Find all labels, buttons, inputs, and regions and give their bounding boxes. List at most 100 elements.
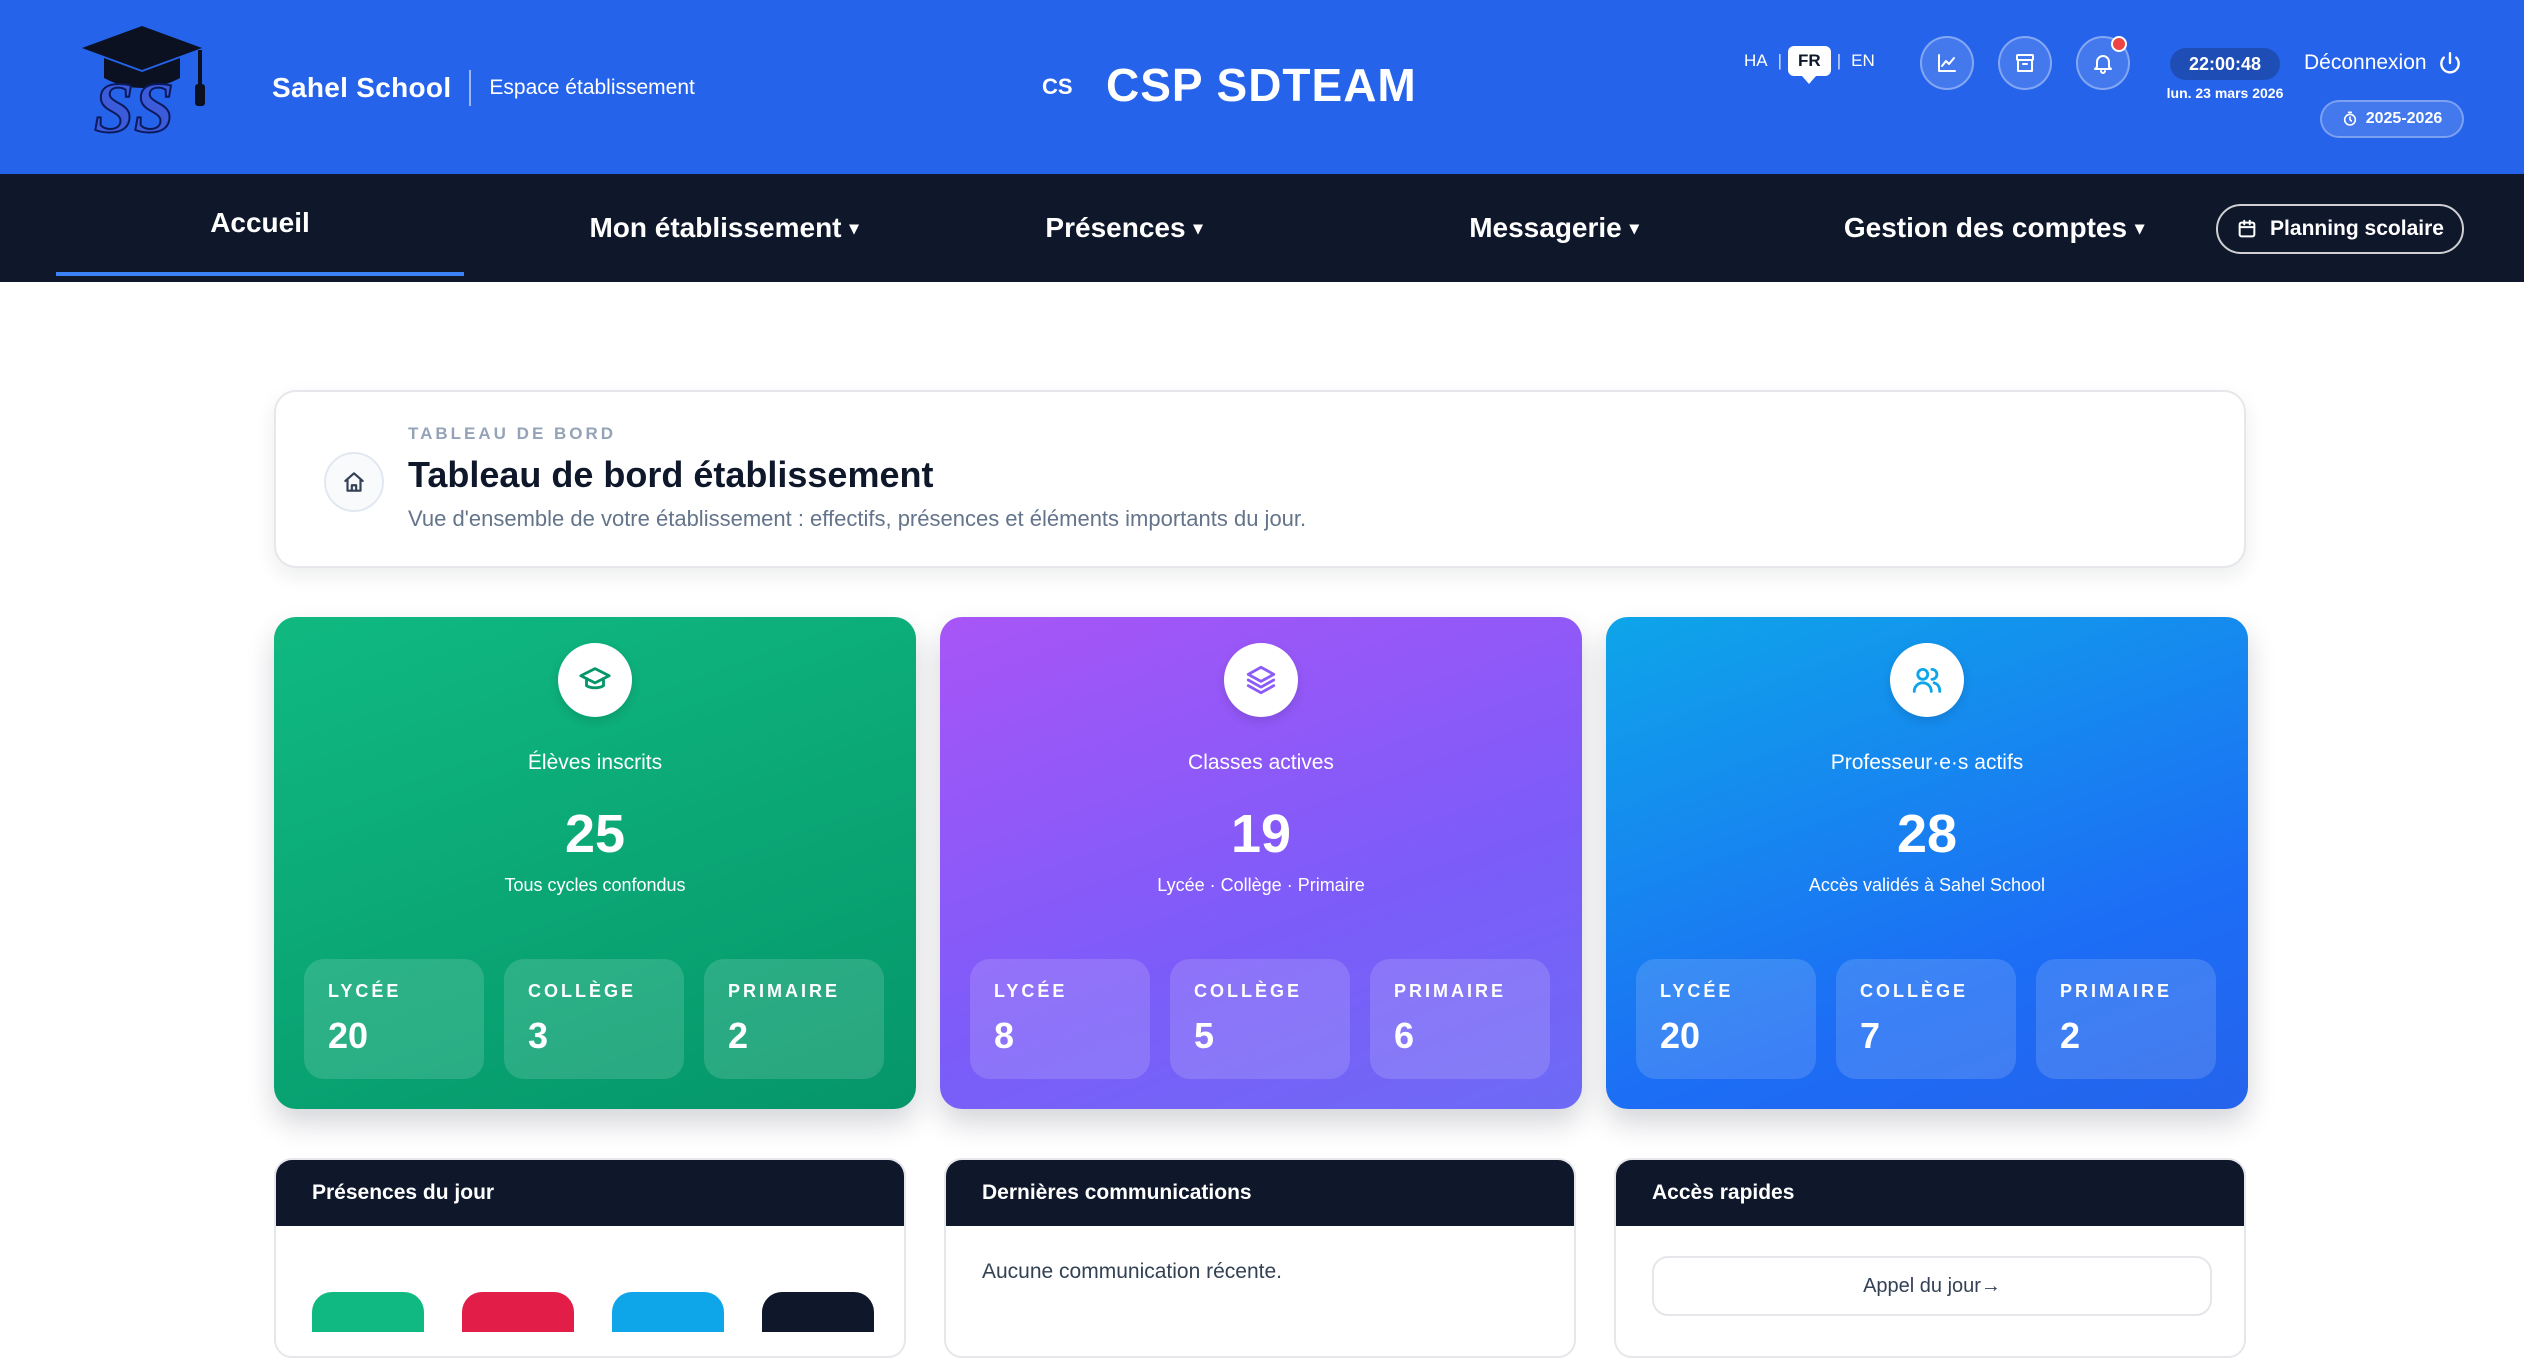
- stat-card-professeurs[interactable]: Professeur·e·s actifs 28 Accès validés à…: [1606, 617, 2248, 1109]
- chart-icon: [1938, 54, 1956, 72]
- school-logo: SS: [82, 26, 205, 140]
- school-code: CS: [1042, 74, 1073, 99]
- stats-button[interactable]: [1920, 36, 1974, 90]
- layers-icon: [1224, 643, 1298, 717]
- breakdown-title: LYCÉE: [328, 981, 402, 1001]
- timer-icon: [2343, 111, 2356, 126]
- svg-text:SS: SS: [94, 68, 174, 140]
- stat-breakdown-college: COLLÈGE 5: [1170, 959, 1350, 1079]
- notification-dot: [2111, 36, 2127, 52]
- dashboard-header-card: TABLEAU DE BORD Tableau de bord établiss…: [274, 390, 2246, 568]
- lang-separator: |: [1777, 51, 1783, 70]
- breakdown-title: COLLÈGE: [1194, 981, 1303, 1001]
- quick-link-appel[interactable]: Appel du jour→: [1652, 1256, 2212, 1316]
- stat-label: Élèves inscrits: [527, 751, 663, 774]
- nav-presences[interactable]: Présences ▾: [920, 174, 1328, 282]
- panel-quick-access: Accès rapides Appel du jour→: [1614, 1158, 2246, 1358]
- stat-card-eleves[interactable]: Élèves inscrits 25 Tous cycles confondus…: [274, 617, 916, 1109]
- breakdown-value: 20: [328, 1015, 369, 1056]
- home-icon: [324, 452, 384, 512]
- brand-subtitle: Espace établissement: [489, 76, 695, 99]
- stat-card-classes[interactable]: Classes actives 19 Lycée · Collège · Pri…: [940, 617, 1582, 1109]
- main-nav: Accueil Mon établissement ▾ Présences ▾ …: [0, 174, 2524, 282]
- logout-button[interactable]: Déconnexion: [2304, 50, 2463, 76]
- lang-en[interactable]: EN: [1847, 49, 1879, 73]
- caret-down-icon: ▾: [1193, 217, 1203, 238]
- planning-button[interactable]: Planning scolaire: [2216, 204, 2464, 254]
- language-switcher: HA | FR | EN: [1740, 46, 1879, 84]
- stat-note: Lycée · Collège · Primaire: [1157, 875, 1365, 895]
- dashboard-kicker: TABLEAU DE BORD: [408, 424, 617, 443]
- archive-icon: [2016, 54, 2034, 72]
- stat-breakdown-college: COLLÈGE 7: [1836, 959, 2016, 1079]
- lang-ha[interactable]: HA: [1740, 49, 1772, 73]
- stat-breakdown-primaire: PRIMAIRE 2: [704, 959, 884, 1079]
- stat-breakdown-lycee: LYCÉE 8: [970, 959, 1150, 1079]
- stat-breakdown-primaire: PRIMAIRE 2: [2036, 959, 2216, 1079]
- panel-title: Présences du jour: [276, 1160, 904, 1226]
- breakdown-value: 7: [1860, 1015, 1881, 1056]
- logout-label: Déconnexion: [2304, 51, 2427, 74]
- presence-pill-late[interactable]: [612, 1292, 724, 1332]
- stat-breakdown-lycee: LYCÉE 20: [1636, 959, 1816, 1079]
- brand-name: Sahel School: [272, 72, 452, 103]
- nav-mon-etablissement[interactable]: Mon établissement ▾: [520, 174, 928, 282]
- caret-down-icon: ▾: [2135, 217, 2145, 238]
- nav-gestion-comptes[interactable]: Gestion des comptes ▾: [1790, 174, 2198, 282]
- panel-presences: Présences du jour: [274, 1158, 906, 1358]
- stat-label: Classes actives: [1188, 751, 1334, 774]
- nav-label: Gestion des comptes: [1843, 212, 2128, 243]
- lang-separator: |: [1836, 51, 1842, 70]
- stat-label: Professeur·e·s actifs: [1830, 751, 2024, 774]
- planning-label: Planning scolaire: [2270, 217, 2444, 240]
- breakdown-value: 2: [728, 1015, 749, 1056]
- page-title: Tableau de bord établissement: [408, 454, 934, 495]
- nav-label: Présences: [1045, 212, 1186, 243]
- bell-icon: [2094, 55, 2112, 74]
- stat-note: Accès validés à Sahel School: [1808, 875, 2046, 895]
- breakdown-value: 6: [1394, 1015, 1415, 1056]
- breakdown-title: PRIMAIRE: [1394, 981, 1507, 1001]
- stat-breakdown-lycee: LYCÉE 20: [304, 959, 484, 1079]
- nav-label: Mon établissement: [589, 212, 842, 243]
- nav-accueil[interactable]: Accueil: [56, 174, 464, 276]
- breakdown-title: PRIMAIRE: [2060, 981, 2173, 1001]
- brand: Sahel School Espace établissement: [272, 70, 695, 106]
- breakdown-title: COLLÈGE: [1860, 981, 1969, 1001]
- breakdown-value: 2: [2060, 1015, 2081, 1056]
- empty-communications: Aucune communication récente.: [982, 1260, 1282, 1283]
- nav-label: Accueil: [210, 207, 310, 238]
- breakdown-value: 3: [528, 1015, 549, 1056]
- breakdown-title: LYCÉE: [994, 981, 1068, 1001]
- current-date: lun. 23 mars 2026: [2166, 85, 2284, 101]
- brand-divider: [469, 70, 472, 106]
- presence-pill-present[interactable]: [312, 1292, 424, 1332]
- presence-pill-absent[interactable]: [462, 1292, 574, 1332]
- graduation-cap-icon: [558, 643, 632, 717]
- lang-fr[interactable]: FR: [1788, 46, 1831, 84]
- breakdown-value: 20: [1660, 1015, 1701, 1056]
- archive-button[interactable]: [1998, 36, 2052, 90]
- clock: 22:00:48: [2170, 48, 2280, 80]
- stat-note: Tous cycles confondus: [504, 875, 686, 895]
- power-icon: [2439, 52, 2460, 74]
- caret-down-icon: ▾: [1629, 217, 1639, 238]
- nav-messagerie[interactable]: Messagerie ▾: [1350, 174, 1758, 282]
- panel-title: Accès rapides: [1616, 1160, 2244, 1226]
- nav-label: Messagerie: [1469, 212, 1622, 243]
- caret-down-icon: ▾: [849, 217, 859, 238]
- school-name: CSP SDTEAM: [1106, 59, 1417, 111]
- school-year-badge[interactable]: 2025-2026: [2320, 100, 2464, 138]
- panel-title: Dernières communications: [946, 1160, 1574, 1226]
- stat-value: 28: [1896, 804, 1958, 864]
- stat-breakdown-primaire: PRIMAIRE 6: [1370, 959, 1550, 1079]
- top-header: SS Sahel School Espace établissement CS …: [0, 0, 2524, 174]
- breakdown-value: 8: [994, 1015, 1015, 1056]
- notifications-button[interactable]: [2076, 36, 2130, 90]
- users-icon: [1890, 643, 1964, 717]
- school-year: 2025-2026: [2365, 110, 2443, 127]
- presence-pill-total[interactable]: [762, 1292, 874, 1332]
- breakdown-value: 5: [1194, 1015, 1215, 1056]
- stat-value: 19: [1230, 804, 1292, 864]
- panel-communications: Dernières communications Aucune communic…: [944, 1158, 1576, 1358]
